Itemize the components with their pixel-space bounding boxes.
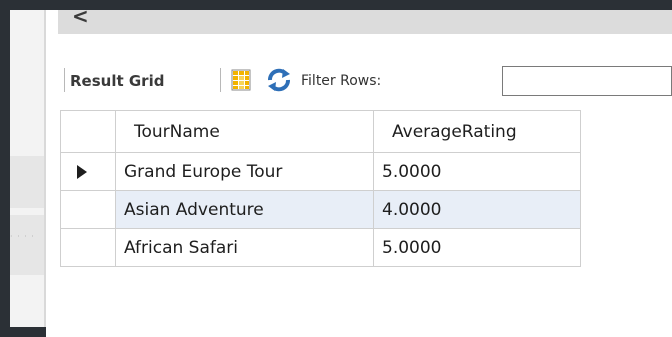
- result-grid-icon[interactable]: [229, 68, 253, 92]
- tourname-cell[interactable]: Asian Adventure: [115, 190, 374, 229]
- table-row[interactable]: Grand Europe Tour 5.0000: [60, 152, 581, 191]
- tourname-cell[interactable]: African Safari: [115, 228, 374, 267]
- tourname-cell[interactable]: Grand Europe Tour: [115, 152, 374, 191]
- row-indicator-cell[interactable]: [60, 228, 116, 267]
- averagerating-cell[interactable]: 5.0000: [373, 228, 581, 267]
- result-panel: < Result Grid Filter Rows: TourName Aver…: [46, 4, 672, 337]
- left-panel-row: [10, 215, 44, 275]
- table-row[interactable]: Asian Adventure 4.0000: [60, 190, 581, 229]
- horizontal-scrollbar[interactable]: <: [58, 4, 672, 34]
- column-header-averagerating[interactable]: AverageRating: [373, 110, 581, 153]
- table-row[interactable]: African Safari 5.0000: [60, 228, 581, 267]
- refresh-icon[interactable]: [266, 68, 292, 92]
- column-header-tourname[interactable]: TourName: [115, 110, 374, 153]
- toolbar-divider: [220, 68, 221, 92]
- result-grid-table: TourName AverageRating Grand Europe Tour…: [60, 110, 581, 267]
- current-row-icon: [77, 164, 87, 179]
- left-panel: · · · ·: [10, 10, 44, 327]
- row-indicator-header: [60, 110, 116, 153]
- averagerating-cell[interactable]: 4.0000: [373, 190, 581, 229]
- panel-grip-icon[interactable]: · · · ·: [10, 232, 35, 241]
- toolbar-divider: [64, 68, 65, 92]
- table-header-row: TourName AverageRating: [60, 110, 581, 153]
- app-window: · · · · < Result Grid Filter Rows: TourN…: [0, 0, 672, 337]
- averagerating-cell[interactable]: 5.0000: [373, 152, 581, 191]
- result-toolbar: Result Grid Filter Rows:: [46, 66, 672, 96]
- scroll-left-icon[interactable]: <: [72, 4, 89, 28]
- filter-rows-input[interactable]: [502, 66, 672, 96]
- result-grid-tab[interactable]: Result Grid: [70, 72, 164, 90]
- filter-rows-label: Filter Rows:: [301, 73, 382, 89]
- left-panel-row: [10, 156, 44, 208]
- row-indicator-cell[interactable]: [60, 190, 116, 229]
- row-indicator-cell[interactable]: [60, 152, 116, 191]
